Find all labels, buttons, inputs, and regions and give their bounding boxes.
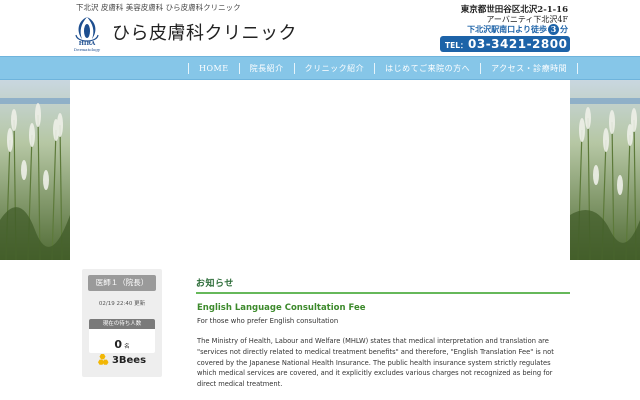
news-post-title[interactable]: English Language Consultation Fee: [197, 303, 366, 313]
brand-name: 3Bees: [111, 355, 147, 366]
hero-image-right: [570, 80, 640, 260]
news-post-body: The Ministry of Health, Labour and Welfa…: [197, 337, 554, 389]
station-access: 下北沢駅南口より徒歩 3 分: [467, 24, 568, 35]
minutes-badge: 3: [548, 24, 559, 35]
hero-main-image: [70, 80, 570, 260]
hero-banner: [0, 80, 640, 260]
nav-item-home[interactable]: HOME: [188, 62, 239, 74]
bees-logo-icon: [97, 354, 109, 365]
nav-item-director[interactable]: 院長紹介: [238, 62, 294, 74]
waiting-number: 0: [114, 338, 123, 351]
news-post-subtitle: For those who prefer English consultatio…: [197, 317, 339, 325]
clinic-name[interactable]: ひら皮膚科クリニック: [112, 19, 297, 45]
nav-item-access-hours[interactable]: アクセス・診療時間: [480, 62, 579, 74]
station-prefix: 下北沢駅南口より徒歩: [467, 24, 547, 34]
site-tagline: 下北沢 皮膚科 美容皮膚科 ひら皮膚科クリニック: [76, 3, 241, 12]
waiting-widget: 医師１（院長） 02/19 22:40 更新 現在の待ち人数 0名 3Bees: [82, 269, 162, 377]
waiting-count-box: 現在の待ち人数 0名: [89, 319, 155, 353]
nav-item-clinic[interactable]: クリニック紹介: [293, 62, 375, 74]
doctor-tab[interactable]: 医師１（院長）: [88, 275, 156, 291]
updated-time: 02/19 22:40 更新: [98, 301, 146, 307]
tel-number[interactable]: 03-3421-2800: [468, 37, 567, 51]
hero-image-left: [0, 80, 70, 260]
news-divider: [196, 292, 570, 294]
waiting-unit: 名: [124, 344, 130, 350]
logo-subtext: Dermatology: [73, 47, 101, 52]
waiting-count: 0名: [89, 333, 155, 352]
nav-item-first-visit[interactable]: はじめてご来院の方へ: [374, 62, 480, 74]
main-nav: HOME 院長紹介 クリニック紹介 はじめてご来院の方へ アクセス・診療時間: [0, 56, 640, 80]
station-suffix: 分: [560, 24, 568, 34]
tel-label: TEL：: [445, 41, 468, 50]
waiting-label: 現在の待ち人数: [89, 319, 155, 329]
brand-3bees[interactable]: 3Bees: [82, 354, 162, 366]
news-section-title: お知らせ: [196, 279, 234, 289]
tel-banner[interactable]: TEL： 03-3421-2800: [440, 36, 570, 52]
site-header: 下北沢 皮膚科 美容皮膚科 ひら皮膚科クリニック HIRA Dermatolog…: [0, 0, 640, 56]
